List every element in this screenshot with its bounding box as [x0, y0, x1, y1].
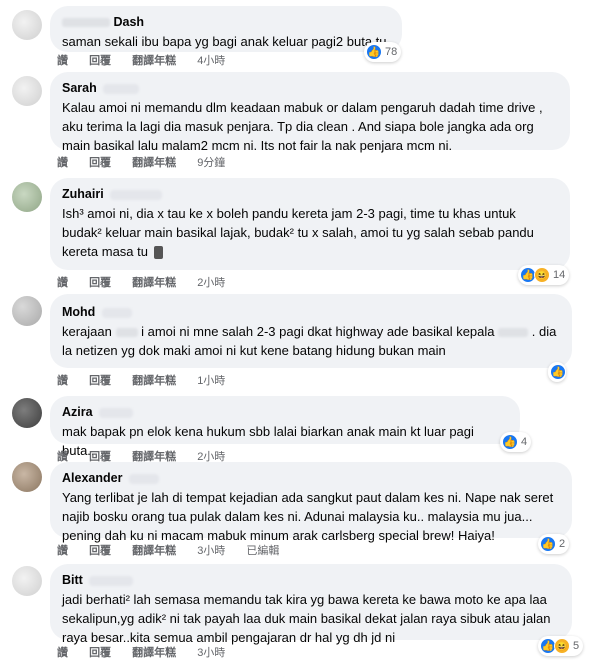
reaction-count: 14: [553, 269, 566, 281]
reply-button[interactable]: 回覆: [89, 375, 111, 387]
avatar[interactable]: [12, 398, 42, 428]
timestamp[interactable]: 3小時: [197, 545, 225, 557]
like-reaction-icon: 👍: [366, 44, 382, 60]
like-reaction-icon: 👍: [550, 364, 566, 380]
edited-label: 已編輯: [246, 545, 280, 557]
timestamp[interactable]: 9分鐘: [197, 157, 225, 169]
haha-reaction-icon: 😆: [534, 267, 550, 283]
avatar[interactable]: [12, 10, 42, 40]
comment-text: saman sekali ibu bapa yg bagi anak kelua…: [62, 34, 387, 49]
comment-text: Yang terlibat je lah di tempat kejadian …: [62, 490, 554, 543]
comment-author[interactable]: Mohd: [62, 304, 560, 320]
like-reaction-icon: 👍: [502, 434, 518, 450]
comment-text: Kalau amoi ni memandu dlm keadaan mabuk …: [62, 100, 543, 153]
avatar[interactable]: [12, 462, 42, 492]
comment-bubble: Azira mak bapak pn elok kena hukum sbb l…: [50, 396, 520, 458]
comment-bubble: Mohd kerajaan i amoi ni mne salah 2-3 pa…: [50, 294, 572, 368]
like-button[interactable]: 讚: [57, 375, 68, 387]
reaction-summary[interactable]: 👍 😆 14: [518, 265, 570, 285]
comment-bubble: Bitt jadi berhati² lah semasa memandu ta…: [50, 564, 572, 645]
comment-author[interactable]: Azira: [62, 404, 508, 420]
reaction-count: 2: [559, 538, 566, 550]
translate-button[interactable]: 翻譯年糕: [132, 55, 176, 67]
reply-button[interactable]: 回覆: [89, 277, 111, 289]
like-button[interactable]: 讚: [57, 647, 68, 659]
comment-actions: 讚 回覆 翻譯年糕 4小時: [57, 54, 243, 68]
comment-actions: 讚 回覆 翻譯年糕 1小時: [57, 374, 243, 388]
reaction-count: 78: [385, 46, 398, 58]
comment-author[interactable]: Zuhairi: [62, 186, 558, 202]
timestamp[interactable]: 4小時: [197, 55, 225, 67]
avatar[interactable]: [12, 296, 42, 326]
comment-text: kerajaan i amoi ni mne salah 2-3 pagi dk…: [62, 324, 557, 358]
avatar[interactable]: [12, 566, 42, 596]
avatar[interactable]: [12, 76, 42, 106]
translate-button[interactable]: 翻譯年糕: [132, 545, 176, 557]
like-button[interactable]: 讚: [57, 277, 68, 289]
comment-author[interactable]: Sarah: [62, 80, 558, 96]
comment-bubble: Alexander Yang terlibat je lah di tempat…: [50, 462, 572, 543]
comment-text: jadi berhati² lah semasa memandu tak kir…: [62, 592, 551, 645]
comment-actions: 讚 回覆 翻譯年糕 3小時: [57, 646, 243, 660]
reaction-count: 4: [521, 436, 528, 448]
like-button[interactable]: 讚: [57, 55, 68, 67]
comment-author[interactable]: Dash: [62, 14, 390, 30]
comment-author[interactable]: Bitt: [62, 572, 560, 588]
reaction-summary[interactable]: 👍 2: [538, 534, 570, 554]
like-button[interactable]: 讚: [57, 545, 68, 557]
phone-emoji-icon: [153, 246, 163, 260]
reaction-summary[interactable]: 👍 78: [364, 42, 402, 62]
comment-bubble: Dash saman sekali ibu bapa yg bagi anak …: [50, 6, 402, 52]
reply-button[interactable]: 回覆: [89, 545, 111, 557]
avatar[interactable]: [12, 182, 42, 212]
translate-button[interactable]: 翻譯年糕: [132, 375, 176, 387]
reaction-summary[interactable]: 👍 😆 5: [538, 636, 584, 656]
reply-button[interactable]: 回覆: [89, 647, 111, 659]
reaction-count: 5: [573, 640, 580, 652]
reply-button[interactable]: 回覆: [89, 157, 111, 169]
comment-bubble: Sarah Kalau amoi ni memandu dlm keadaan …: [50, 72, 570, 153]
translate-button[interactable]: 翻譯年糕: [132, 647, 176, 659]
comment-bubble: Zuhairi Ish³ amoi ni, dia x tau ke x bol…: [50, 178, 570, 270]
reaction-summary[interactable]: 👍: [548, 362, 566, 382]
timestamp[interactable]: 3小時: [197, 647, 225, 659]
timestamp[interactable]: 2小時: [197, 277, 225, 289]
haha-reaction-icon: 😆: [554, 638, 570, 654]
comment-author[interactable]: Alexander: [62, 470, 560, 486]
translate-button[interactable]: 翻譯年糕: [132, 157, 176, 169]
translate-button[interactable]: 翻譯年糕: [132, 277, 176, 289]
reply-button[interactable]: 回覆: [89, 55, 111, 67]
comment-text: Ish³ amoi ni, dia x tau ke x boleh pandu…: [62, 206, 534, 260]
comment-actions: 讚 回覆 翻譯年糕 2小時: [57, 276, 243, 290]
like-reaction-icon: 👍: [540, 536, 556, 552]
comment-actions: 讚 回覆 翻譯年糕 9分鐘: [57, 156, 243, 170]
timestamp[interactable]: 1小時: [197, 375, 225, 387]
comment-actions: 讚 回覆 翻譯年糕 3小時 已編輯: [57, 544, 297, 558]
like-button[interactable]: 讚: [57, 157, 68, 169]
reaction-summary[interactable]: 👍 4: [500, 432, 532, 452]
